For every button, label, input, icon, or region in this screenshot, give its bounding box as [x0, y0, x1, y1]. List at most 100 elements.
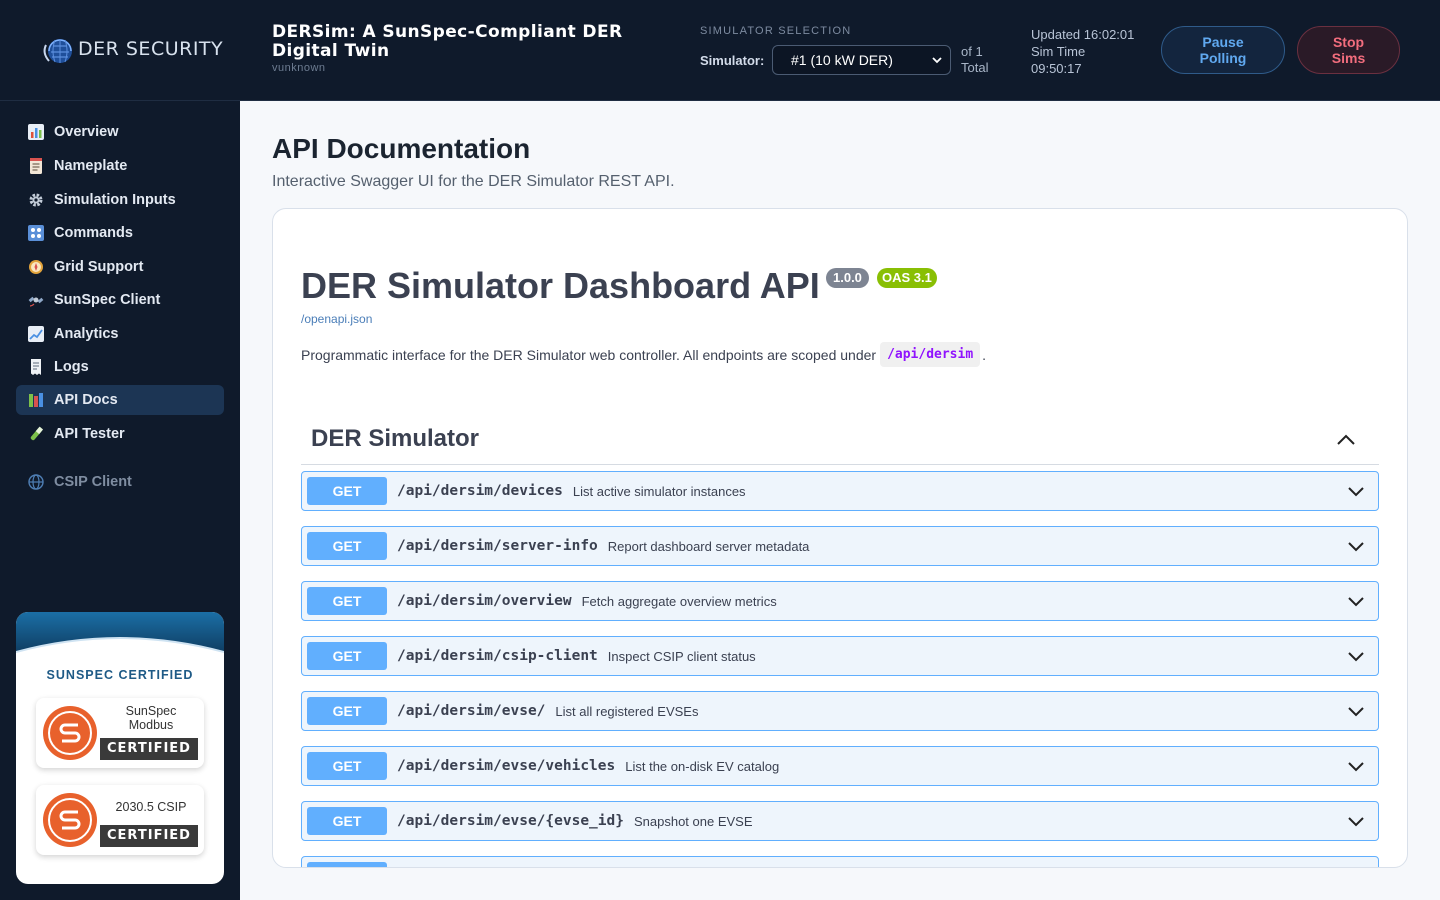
sidebar: Overview Nameplate Simulation Inputs Com… — [0, 101, 240, 900]
openapi-json-link[interactable]: /openapi.json — [301, 312, 372, 326]
sunspec-logo-icon — [43, 706, 97, 760]
operation-path: /api/dersim/evse/ — [397, 703, 546, 719]
top-header: DER SECURITY DERSim: A SunSpec-Compliant… — [0, 0, 1440, 101]
test-tube-icon — [30, 426, 44, 441]
operation-path: /api/dersim/devices — [397, 483, 563, 499]
badge-name: 2030.5 CSIP — [115, 800, 187, 814]
books-icon — [29, 393, 43, 407]
operation-path: /api/dersim/server-info — [397, 538, 598, 554]
simulator-label: Simulator: — [700, 53, 765, 68]
badge-name: SunSpec Modbus — [104, 704, 198, 732]
method-badge — [307, 862, 387, 867]
sidebar-item-logs[interactable]: Logs — [16, 352, 224, 382]
operation-get-server-info[interactable]: GET /api/dersim/server-info Report dashb… — [301, 526, 1379, 566]
operation-get-evse-by-id[interactable]: GET /api/dersim/evse/{evse_id} Snapshot … — [301, 801, 1379, 841]
sidebar-item-analytics[interactable]: Analytics — [16, 319, 224, 349]
simulator-selection-label: SIMULATOR SELECTION — [700, 25, 852, 37]
operation-path: /api/dersim/evse/{evse_id} — [397, 813, 624, 829]
receipt-icon — [31, 359, 41, 375]
sidebar-item-label: Overview — [54, 124, 119, 140]
app-version: vunknown — [272, 62, 326, 74]
sidebar-item-api-tester[interactable]: API Tester — [16, 419, 224, 449]
method-badge: GET — [307, 752, 387, 780]
sidebar-item-csip-client[interactable]: CSIP Client — [16, 467, 224, 497]
sidebar-item-overview[interactable]: Overview — [16, 117, 224, 147]
sidebar-item-simulation-inputs[interactable]: Simulation Inputs — [16, 185, 224, 215]
sim-time-value: 09:50:17 — [1031, 61, 1082, 76]
sidebar-item-nameplate[interactable]: Nameplate — [16, 151, 224, 181]
operation-summary: Fetch aggregate overview metrics — [581, 593, 777, 609]
simulator-select-value: #1 (10 kW DER) — [791, 52, 893, 68]
simulator-select[interactable]: #1 (10 kW DER) — [772, 45, 951, 75]
sidebar-item-label: Simulation Inputs — [54, 192, 176, 208]
updated-time: Updated 16:02:01 — [1031, 27, 1135, 42]
chevron-down-icon[interactable] — [1346, 756, 1366, 776]
stop-sims-button[interactable]: Stop Sims — [1297, 26, 1400, 74]
operation-get-csip-client[interactable]: GET /api/dersim/csip-client Inspect CSIP… — [301, 636, 1379, 676]
sidebar-item-label: Nameplate — [54, 158, 128, 174]
operation-get-evse-list[interactable]: GET /api/dersim/evse/ List all registere… — [301, 691, 1379, 731]
tag-name: DER Simulator — [311, 425, 480, 452]
gear-icon — [29, 193, 43, 207]
globe-logo-icon — [43, 39, 72, 63]
operation-get-evse-vehicles[interactable]: GET /api/dersim/evse/vehicles List the o… — [301, 746, 1379, 786]
sidebar-item-grid-support[interactable]: Grid Support — [16, 252, 224, 282]
operation-path: /api/dersim/csip-client — [397, 648, 598, 664]
operation-partial[interactable] — [301, 856, 1379, 867]
chevron-down-icon[interactable] — [1346, 646, 1366, 666]
operation-path: /api/dersim/overview — [397, 593, 572, 609]
method-badge: GET — [307, 477, 387, 505]
sidebar-item-label: API Docs — [54, 392, 118, 408]
method-badge: GET — [307, 587, 387, 615]
sidebar-item-label: API Tester — [54, 426, 125, 442]
sidebar-item-label: CSIP Client — [54, 474, 132, 490]
badge-status: CERTIFIED — [100, 825, 198, 847]
update-status: Updated 16:02:01 Sim Time 09:50:17 — [1031, 26, 1134, 77]
sidebar-item-label: Grid Support — [54, 259, 144, 275]
logo-text: DER SECURITY — [78, 38, 224, 60]
method-badge: GET — [307, 697, 387, 725]
globe-icon — [28, 474, 44, 490]
nameplate-icon — [30, 158, 42, 174]
badge-name-line: Modbus — [128, 718, 174, 732]
operation-summary: List all registered EVSEs — [555, 703, 699, 719]
sunspec-logo-icon — [43, 793, 97, 847]
chevron-down-icon[interactable] — [1346, 591, 1366, 611]
cert-wave-banner — [16, 612, 224, 653]
version-badge: 1.0.0 — [826, 268, 869, 288]
pause-polling-button[interactable]: Pause Polling — [1161, 26, 1285, 74]
chevron-up-icon[interactable] — [1335, 429, 1357, 451]
sunspec-modbus-badge: SunSpec Modbus CERTIFIED — [36, 698, 204, 768]
stop-sims-label-2: Sims — [1331, 50, 1366, 66]
simulator-count: of 1 Total — [961, 44, 988, 76]
sidebar-item-label: SunSpec Client — [54, 292, 161, 308]
method-badge: GET — [307, 642, 387, 670]
app-title: DERSim: A SunSpec-Compliant DER Digital … — [272, 22, 623, 61]
sidebar-item-sunspec-client[interactable]: SunSpec Client — [16, 285, 224, 315]
operation-get-devices[interactable]: GET /api/dersim/devices List active simu… — [301, 471, 1379, 511]
sidebar-item-api-docs[interactable]: API Docs — [16, 385, 224, 415]
pause-polling-label-1: Pause — [1202, 34, 1244, 50]
tag-section-header[interactable]: DER Simulator — [301, 415, 1379, 465]
simulator-count-line1: of 1 — [961, 44, 983, 59]
operation-get-overview[interactable]: GET /api/dersim/overview Fetch aggregate… — [301, 581, 1379, 621]
swagger-panel: DER Simulator Dashboard API 1.0.0 OAS 3.… — [272, 208, 1408, 868]
chevron-down-icon[interactable] — [1346, 701, 1366, 721]
sim-time-label: Sim Time — [1031, 44, 1086, 59]
chevron-down-icon[interactable] — [1346, 811, 1366, 831]
api-scope-code: /api/dersim — [880, 342, 981, 367]
satellite-icon — [28, 296, 44, 307]
logo: DER SECURITY — [40, 30, 255, 68]
certification-card: SUNSPEC CERTIFIED SunSpec Modbus CERTIFI… — [16, 612, 224, 884]
sidebar-item-label: Analytics — [54, 326, 119, 342]
sidebar-item-label: Commands — [54, 225, 133, 241]
simulator-count-line2: Total — [961, 60, 989, 75]
control-knobs-icon — [28, 225, 44, 241]
operation-summary: List the on-disk EV catalog — [625, 758, 780, 774]
sidebar-item-commands[interactable]: Commands — [16, 218, 224, 248]
api-description-end: . — [982, 346, 987, 363]
csip-badge: 2030.5 CSIP CERTIFIED — [36, 785, 204, 855]
chevron-down-icon[interactable] — [1346, 536, 1366, 556]
chevron-down-icon[interactable] — [1346, 481, 1366, 501]
oas-badge: OAS 3.1 — [877, 268, 937, 288]
